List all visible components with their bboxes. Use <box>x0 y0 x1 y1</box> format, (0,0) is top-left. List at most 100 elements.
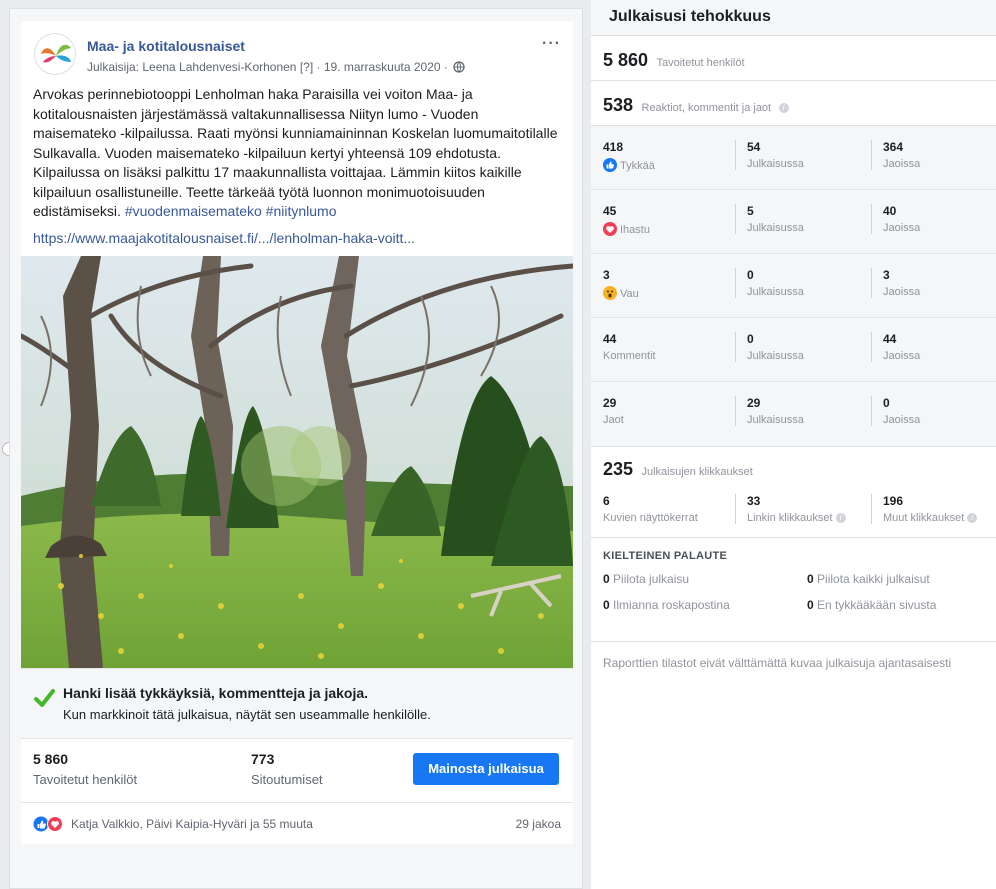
column-divider <box>871 332 872 362</box>
on-post-label: Julkaisussa <box>747 286 804 298</box>
link-clicks-label: Linkin klikkaukset i <box>747 512 846 524</box>
info-icon[interactable]: i <box>778 103 789 113</box>
reactions-summary-row: Katja Valkkio, Päivi Kaipia-Hyväri ja 55… <box>21 801 573 844</box>
info-icon[interactable]: i <box>967 513 978 523</box>
column-divider <box>871 494 872 524</box>
reactions-kpi: 538 Reaktiot, kommentit ja jaot i <box>591 81 996 126</box>
reaction-row-shares: 29 Jaot 29 Julkaisussa 0 Jaoissa <box>591 382 996 446</box>
globe-icon[interactable] <box>453 61 465 73</box>
reaction-label: Ihastu <box>603 222 650 236</box>
hashtags-link[interactable]: #vuodenmaisemateko #niitynlumo <box>125 203 337 219</box>
on-post-value: 0 <box>747 332 754 346</box>
on-shares-value: 364 <box>883 140 904 154</box>
on-post-label: Julkaisussa <box>747 414 804 426</box>
reaction-label-text: Tykkää <box>620 160 655 172</box>
column-divider <box>735 140 736 170</box>
report-spam-value: 0 <box>603 598 610 612</box>
reach-value: 5 860 <box>33 750 69 767</box>
on-post-value: 5 <box>747 204 754 218</box>
meadow-trees-photo <box>21 255 573 668</box>
on-shares-value: 3 <box>883 268 890 282</box>
on-shares-cell: 40 Jaoissa <box>883 204 920 234</box>
page-avatar[interactable] <box>34 33 76 75</box>
on-post-value: 29 <box>747 396 761 410</box>
reaction-total-cell: 418 Tykkää <box>603 140 655 172</box>
clicks-value: 235 <box>603 459 634 479</box>
on-shares-value: 40 <box>883 204 897 218</box>
on-post-cell: 54 Julkaisussa <box>747 140 804 170</box>
post-photo[interactable] <box>21 255 573 668</box>
love-icon <box>603 222 617 236</box>
more-options-icon[interactable]: ··· <box>542 35 561 53</box>
hide-post-value: 0 <box>603 572 610 586</box>
reaction-total: 29 <box>603 396 617 410</box>
other-clicks-label: Muut klikkaukset i <box>883 512 978 524</box>
clicks-breakdown-row: 6 Kuvien näyttökerrat 33 Linkin klikkauk… <box>591 490 996 538</box>
reaction-total: 44 <box>603 332 617 346</box>
reaction-label: Tykkää <box>603 158 655 172</box>
like-icon <box>603 158 617 172</box>
post-body: Arvokas perinnebiotooppi Lenholman haka … <box>21 81 573 222</box>
on-shares-value: 0 <box>883 396 890 410</box>
promote-title: Hanki lisää tykkäyksiä, kommentteja ja j… <box>63 684 369 701</box>
other-clicks-cell: 196 Muut klikkaukset i <box>883 494 978 524</box>
reaction-label: Vau <box>603 286 639 300</box>
post-meta: Julkaisija: Leena Lahdenvesi-Korhonen [?… <box>87 60 465 74</box>
unlike-page-stat: 0 En tykkääkään sivusta <box>807 598 936 612</box>
reaction-label: Jaot <box>603 414 624 426</box>
column-divider <box>735 332 736 362</box>
reaction-label: Kommentit <box>603 350 656 362</box>
post-url-link[interactable]: https://www.maajakotitalousnaiset.fi/...… <box>21 222 573 256</box>
reach-kpi: 5 860 Tavoitetut henkilöt <box>591 36 996 81</box>
other-clicks-label-text: Muut klikkaukset <box>883 512 965 524</box>
on-post-label: Julkaisussa <box>747 222 804 234</box>
hide-all-stat: 0 Piilota kaikki julkaisut <box>807 572 930 586</box>
boost-post-button[interactable]: Mainosta julkaisua <box>413 752 559 785</box>
reactions-breakdown-table: 418 Tykkää 54 Julkaisussa 364 Jaoissa 45… <box>591 126 996 447</box>
photo-views-value: 6 <box>603 494 610 508</box>
on-shares-label: Jaoissa <box>883 414 921 426</box>
on-post-cell: 0 Julkaisussa <box>747 332 804 362</box>
reaction-total: 45 <box>603 204 617 218</box>
report-spam-label: Ilmianna roskapostina <box>613 598 730 612</box>
link-clicks-value: 33 <box>747 494 761 508</box>
page-name-link[interactable]: Maa- ja kotitalousnaiset <box>87 38 245 54</box>
reaction-icons[interactable] <box>33 815 65 832</box>
shares-count-link[interactable]: 29 jakoa <box>516 817 561 831</box>
on-shares-cell: 3 Jaoissa <box>883 268 920 298</box>
column-divider <box>735 494 736 524</box>
post-card: Maa- ja kotitalousnaiset Julkaisija: Lee… <box>21 21 573 844</box>
checkmark-icon <box>34 688 55 707</box>
hide-post-label: Piilota julkaisu <box>613 572 690 586</box>
post-stats-row: 5 860 Tavoitetut henkilöt 773 Sitoutumis… <box>21 737 573 796</box>
on-shares-value: 44 <box>883 332 897 346</box>
column-divider <box>871 140 872 170</box>
on-post-cell: 5 Julkaisussa <box>747 204 804 234</box>
on-shares-label: Jaoissa <box>883 350 921 362</box>
post-text-paragraph-2: Kilpailussa on lisäksi palkittu 17 maaku… <box>33 163 561 222</box>
engagement-label: Sitoutumiset <box>251 771 323 787</box>
reaction-total-cell: 45 Ihastu <box>603 204 650 236</box>
reactors-link[interactable]: Katja Valkkio, Päivi Kaipia-Hyväri ja 55… <box>71 817 313 831</box>
reaction-label-text: Vau <box>620 288 639 300</box>
negative-feedback-title: KIELTEINEN PALAUTE <box>603 550 728 562</box>
info-icon[interactable]: i <box>835 513 846 523</box>
column-divider <box>735 204 736 234</box>
post-header: Maa- ja kotitalousnaiset Julkaisija: Lee… <box>21 21 573 81</box>
unlike-page-value: 0 <box>807 598 814 612</box>
column-divider <box>735 268 736 298</box>
post-meta-text: Julkaisija: Leena Lahdenvesi-Korhonen [?… <box>87 60 448 74</box>
reaction-row-like: 418 Tykkää 54 Julkaisussa 364 Jaoissa <box>591 126 996 190</box>
on-shares-label: Jaoissa <box>883 222 921 234</box>
insights-title: Julkaisusi tehokkuus <box>591 0 996 36</box>
reaction-total: 418 <box>603 140 624 154</box>
on-post-value: 0 <box>747 268 754 282</box>
on-shares-cell: 44 Jaoissa <box>883 332 920 362</box>
post-text-paragraph-1: Arvokas perinnebiotooppi Lenholman haka … <box>33 86 558 161</box>
insights-reach-label: Tavoitetut henkilöt <box>656 57 745 69</box>
on-post-label: Julkaisussa <box>747 158 804 170</box>
reaction-total-cell: 3 Vau <box>603 268 639 300</box>
wow-icon <box>603 286 617 300</box>
promote-banner: Hanki lisää tykkäyksiä, kommentteja ja j… <box>21 667 573 738</box>
on-post-label: Julkaisussa <box>747 350 804 362</box>
